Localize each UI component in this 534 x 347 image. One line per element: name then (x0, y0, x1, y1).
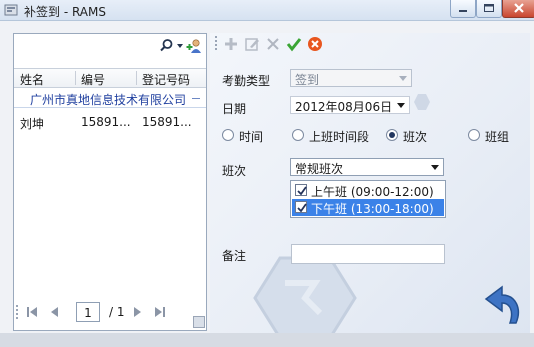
window-title: 补签到 - RAMS (24, 5, 106, 19)
cancel-icon[interactable] (307, 36, 323, 52)
window-bottom-edge (0, 333, 534, 347)
shift-checkbox-morning[interactable] (295, 184, 307, 196)
checkmark-icon (297, 186, 307, 196)
cell-name: 刘坤 (20, 117, 45, 131)
note-label: 备注 (222, 249, 247, 263)
search-icon[interactable] (160, 39, 173, 52)
next-page-icon[interactable] (131, 306, 143, 318)
toolbar-grip (215, 36, 217, 52)
radio-work-period-label[interactable]: 上班时间段 (309, 128, 369, 145)
add-icon[interactable] (223, 36, 239, 52)
radio-time-label[interactable]: 时间 (239, 128, 263, 145)
close-icon (514, 3, 524, 13)
radio-shift-label[interactable]: 班次 (403, 128, 427, 145)
date-label: 日期 (222, 102, 247, 116)
cell-number: 15891... (81, 115, 131, 129)
shift-checkbox-afternoon[interactable] (295, 201, 307, 213)
note-input[interactable] (291, 244, 445, 264)
shift-type-value: 常规班次 (295, 162, 344, 176)
app-icon (4, 4, 18, 16)
title-bar: 补签到 - RAMS (0, 0, 534, 21)
group-row[interactable]: 广州市真地信息技术有限公司 (14, 89, 206, 108)
table-row[interactable]: 刘坤 15891... 15891... (14, 113, 206, 131)
last-page-icon[interactable] (154, 306, 166, 318)
minimize-button[interactable] (450, 0, 476, 18)
shift-item-afternoon[interactable]: 下午班 (13:00-18:00) (292, 199, 444, 216)
shift-label-morning: 上午班 (09:00-12:00) (311, 185, 434, 199)
company-name: 广州市真地信息技术有限公司 (30, 93, 187, 107)
undo-icon[interactable] (480, 283, 524, 327)
maximize-button[interactable] (476, 0, 502, 18)
shift-label-afternoon: 下午班 (13:00-18:00) (311, 202, 434, 216)
pager: 1 / 1 (13, 299, 207, 328)
sign-in-form-panel: 考勤类型 签到 日期 2012年08月06日 时间 上班时间段 班次 班组 班次… (210, 33, 530, 333)
chevron-down-icon (399, 76, 407, 81)
attendance-type-select[interactable]: 签到 (290, 69, 412, 87)
edit-icon[interactable] (244, 36, 260, 52)
page-number-input[interactable]: 1 (76, 302, 100, 322)
chevron-down-icon (397, 103, 405, 108)
shift-type-select[interactable]: 常规班次 (290, 158, 444, 176)
shift-checklist: 上午班 (09:00-12:00) 下午班 (13:00-18:00) (290, 180, 446, 218)
close-button[interactable] (502, 0, 534, 18)
add-user-icon[interactable] (186, 38, 202, 54)
column-header-reg-number[interactable]: 登记号码 (142, 71, 190, 88)
column-header-name[interactable]: 姓名 (20, 71, 44, 88)
cell-reg-number: 15891... (142, 115, 192, 129)
minimize-icon (459, 10, 467, 12)
page-total: / 1 (109, 305, 125, 319)
chevron-down-icon[interactable] (177, 44, 183, 48)
chevron-down-icon (431, 165, 439, 170)
resize-grip[interactable] (193, 316, 205, 328)
watermark-emblem (253, 256, 357, 333)
attendance-type-value: 签到 (295, 73, 320, 87)
radio-shift[interactable] (386, 129, 398, 141)
radio-time[interactable] (222, 129, 234, 141)
checkmark-icon (297, 203, 307, 213)
maximize-icon (484, 4, 494, 12)
radio-work-period[interactable] (292, 129, 304, 141)
attendance-type-label: 考勤类型 (222, 74, 271, 88)
date-value: 2012年08月06日 (295, 100, 393, 114)
shift-label: 班次 (222, 164, 247, 178)
column-header-number[interactable]: 编号 (81, 71, 105, 88)
employee-panel: 姓名 编号 登记号码 广州市真地信息技术有限公司 刘坤 15891... 158… (13, 33, 207, 331)
grip (16, 305, 18, 321)
confirm-icon[interactable] (286, 36, 302, 52)
radio-team-label[interactable]: 班组 (485, 128, 509, 145)
date-picker[interactable]: 2012年08月06日 (290, 96, 410, 114)
watermark-hex-small (414, 94, 430, 110)
search-input[interactable] (15, 35, 159, 55)
first-page-icon[interactable] (26, 306, 38, 318)
radio-team[interactable] (468, 129, 480, 141)
shift-item-morning[interactable]: 上午班 (09:00-12:00) (292, 182, 444, 199)
previous-page-icon[interactable] (49, 306, 61, 318)
delete-icon[interactable] (265, 36, 281, 52)
list-header: 姓名 编号 登记号码 (14, 68, 206, 88)
